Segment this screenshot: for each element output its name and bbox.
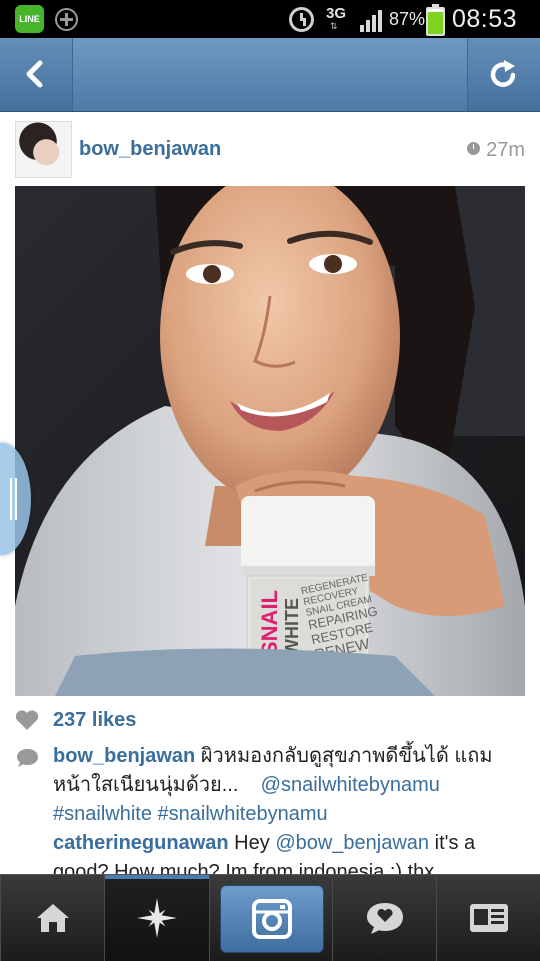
likes-count[interactable]: 237 likes [53, 709, 136, 732]
refresh-button[interactable] [467, 38, 540, 111]
network-type: 3G [326, 5, 347, 22]
comment-hashtag[interactable]: #snailwhite [53, 803, 152, 825]
line-app-icon: LINE [15, 5, 44, 33]
battery-percent: 87% [389, 9, 426, 29]
comments-list: bow_benjawan ผิวหมองกลับดูสุขภาพดีขึ้นได… [53, 742, 518, 887]
time-ago: 27m [486, 139, 525, 161]
comment-hashtag[interactable]: #snailwhitebynamu [158, 803, 328, 825]
news-icon [366, 903, 403, 934]
post-photo[interactable]: SNAIL WHITE REGENERATE RECOVERY SNAIL CR… [15, 186, 525, 696]
comment-username[interactable]: catherinegunawan [53, 832, 229, 854]
comment-mention[interactable]: @bow_benjawan [275, 832, 429, 854]
home-icon [36, 904, 69, 932]
comment-username[interactable]: bow_benjawan [53, 745, 195, 767]
clock-icon [467, 142, 481, 155]
nav-camera[interactable] [209, 875, 333, 961]
status-bar: LINE 3G ⇅ 87% 08:53 [0, 0, 540, 38]
nav-home[interactable] [0, 875, 105, 961]
comment-text: Hey [234, 832, 270, 854]
data-arrows-icon: ⇅ [330, 21, 339, 31]
caption-comment: bow_benjawan ผิวหมองกลับดูสุขภาพดีขึ้นได… [53, 742, 518, 829]
camera-button[interactable] [220, 885, 324, 953]
back-button[interactable] [0, 38, 73, 111]
nav-profile[interactable] [436, 875, 540, 961]
photo-illustration: SNAIL WHITE REGENERATE RECOVERY SNAIL CR… [15, 186, 525, 696]
jar-brand-text: SNAIL [257, 590, 282, 656]
signal-icon [360, 8, 386, 32]
refresh-icon [490, 60, 516, 87]
explore-icon [137, 898, 177, 938]
avatar[interactable] [15, 121, 72, 178]
battery-icon [426, 4, 445, 36]
bottom-nav [0, 874, 540, 961]
alarm-icon [289, 7, 314, 32]
add-icon [55, 8, 78, 31]
top-header [0, 38, 540, 112]
post-username[interactable]: bow_benjawan [79, 138, 221, 161]
camera-icon [252, 899, 292, 939]
profile-icon [470, 904, 508, 932]
jar-brand-text-2: WHITE [282, 598, 302, 656]
chevron-left-icon [26, 60, 43, 88]
nav-news[interactable] [332, 875, 437, 961]
clock: 08:53 [452, 5, 518, 33]
comment-mention[interactable]: @snailwhitebynamu [261, 774, 440, 796]
comment-icon[interactable] [15, 747, 40, 769]
post-time: 27m [467, 139, 525, 162]
nav-explore[interactable] [104, 875, 210, 961]
heart-icon[interactable] [15, 709, 39, 731]
